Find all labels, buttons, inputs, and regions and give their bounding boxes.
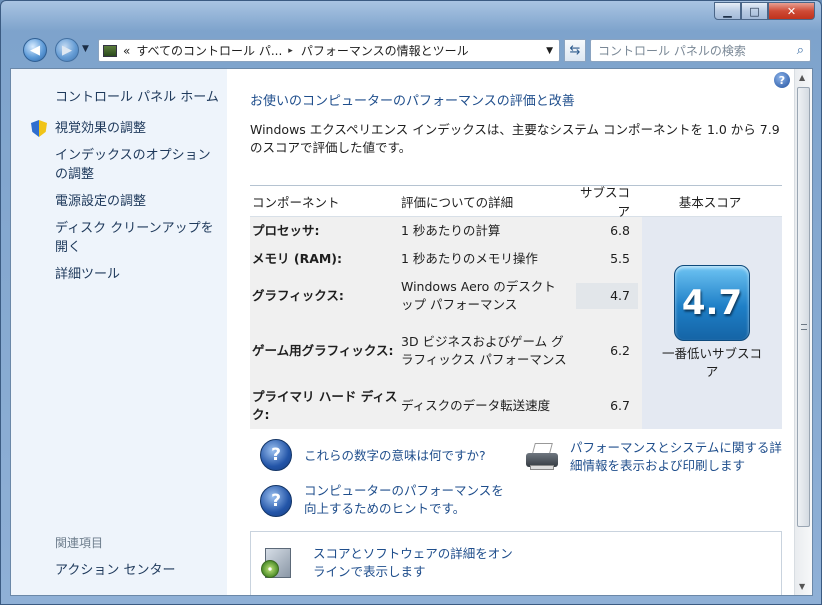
online-details-box: スコアとソフトウェアの詳細をオンラインで表示します (250, 531, 782, 595)
sidebar-item-label: 詳細ツール (55, 267, 121, 282)
table-body: プロセッサ: 1 秒あたりの計算 6.8 メモリ (RAM): 1 秒あたりのメ… (250, 217, 782, 429)
page-description: Windows エクスペリエンス インデックスは、主要なシステム コンポーネント… (250, 122, 780, 155)
sidebar-item-advanced-tools[interactable]: 詳細ツール (55, 265, 221, 284)
scroll-up-icon[interactable]: ▲ (799, 73, 805, 82)
help-icon[interactable]: ? (774, 72, 790, 88)
navigation-bar: ◀ ▶ ▼ « すべてのコントロール パ... ▸ パフォーマンスの情報とツール… (23, 36, 811, 64)
breadcrumb-separator[interactable]: ▸ (288, 46, 293, 56)
subscore-value: 4.7 (576, 283, 638, 309)
component-detail: 1 秒あたりの計算 (401, 223, 501, 238)
printer-icon (524, 441, 560, 471)
search-input[interactable]: コントロール パネルの検索 ⌕ (590, 39, 811, 62)
component-detail: 3D ビジネスおよびゲーム グラフィックス パフォーマンス (401, 334, 567, 367)
search-placeholder: コントロール パネルの検索 (598, 44, 746, 58)
software-box-icon (261, 542, 295, 580)
sidebar-item-power-settings[interactable]: 電源設定の調整 (55, 192, 221, 211)
sidebar-item-label: 視覚効果の調整 (55, 121, 147, 136)
subscore-value: 6.8 (610, 223, 630, 238)
scroll-thumb[interactable] (797, 87, 810, 527)
breadcrumb-all-control-panel[interactable]: すべてのコントロール パ... (136, 42, 282, 59)
component-name: グラフィックス: (252, 288, 344, 303)
component-name: プライマリ ハード ディスク: (252, 389, 398, 422)
sidebar-item-label: 電源設定の調整 (55, 194, 147, 209)
address-bar[interactable]: « すべてのコントロール パ... ▸ パフォーマンスの情報とツール ▼ (98, 39, 560, 62)
sidebar-item-disk-cleanup[interactable]: ディスク クリーンアップを開く (55, 219, 221, 257)
component-detail: 1 秒あたりのメモリ操作 (401, 251, 538, 266)
question-icon: ? (260, 439, 292, 471)
sidebar-home-link[interactable]: コントロール パネル ホーム (55, 86, 219, 105)
sidebar-task-list: 視覚効果の調整 インデックスのオプションの調整 電源設定の調整 ディスク クリー… (31, 119, 221, 292)
header-subscore: サブスコア (579, 185, 630, 219)
refresh-icon: ⇆ (569, 43, 581, 58)
address-prefix[interactable]: « (123, 44, 130, 58)
component-detail: Windows Aero のデスクトップ パフォーマンス (401, 279, 556, 312)
back-button[interactable]: ◀ (23, 38, 47, 62)
subscore-value: 5.5 (610, 251, 630, 266)
sidebar-item-visual-effects[interactable]: 視覚効果の調整 (31, 119, 221, 138)
what-numbers-mean-link[interactable]: これらの数字の意味は何ですか? (304, 447, 486, 465)
sidebar-item-indexing-options[interactable]: インデックスのオプションの調整 (55, 146, 221, 184)
sidebar-item-label: ディスク クリーンアップを開く (55, 221, 214, 255)
forward-button[interactable]: ▶ (55, 38, 79, 62)
base-score-badge: 4.7 (674, 265, 750, 341)
component-name: ゲーム用グラフィックス: (252, 343, 394, 358)
vertical-scrollbar[interactable]: ▲ ▼ (794, 69, 812, 595)
search-icon[interactable]: ⌕ (797, 43, 804, 58)
subscore-value: 6.7 (610, 398, 630, 413)
header-component: コンポーネント (252, 194, 340, 210)
header-basescore: 基本スコア (678, 194, 742, 210)
chevron-down-icon: ▼ (82, 44, 89, 54)
print-details-link[interactable]: パフォーマンスとシステムに関する詳細情報を表示および印刷します (570, 439, 790, 475)
question-icon: ? (260, 485, 292, 517)
base-score-panel: 4.7 一番低いサブスコア (642, 217, 782, 429)
content-area: コントロール パネル ホーム 視覚効果の調整 インデックスのオプションの調整 電… (10, 68, 813, 596)
sidebar-item-label: インデックスのオプションの調整 (55, 148, 211, 182)
maximize-button[interactable]: □ (741, 2, 768, 20)
component-name: メモリ (RAM): (252, 251, 343, 266)
back-arrow-icon: ◀ (30, 42, 40, 58)
caption-buttons: ▁ □ ✕ (714, 2, 815, 20)
view-online-link[interactable]: スコアとソフトウェアの詳細をオンラインで表示します (313, 545, 523, 581)
page-title: お使いのコンピューターのパフォーマンスの評価と改善 (250, 94, 575, 109)
subscore-value: 6.2 (610, 343, 630, 358)
breadcrumb-performance[interactable]: パフォーマンスの情報とツール (301, 42, 469, 59)
control-panel-icon (103, 44, 117, 57)
minimize-button[interactable]: ▁ (714, 2, 741, 20)
shield-icon (31, 120, 47, 137)
close-button[interactable]: ✕ (768, 2, 815, 20)
action-center-link[interactable]: アクション センター (55, 559, 175, 578)
performance-tips-link[interactable]: コンピューターのパフォーマンスを向上するためのヒントです。 (304, 482, 514, 518)
score-table: コンポーネント 評価についての詳細 サブスコア 基本スコア プロセッサ: 1 秒… (250, 185, 782, 429)
forward-arrow-icon: ▶ (62, 42, 72, 58)
refresh-button[interactable]: ⇆ (564, 39, 586, 62)
related-heading: 関連項目 (55, 536, 104, 550)
sidebar: コントロール パネル ホーム 視覚効果の調整 インデックスのオプションの調整 電… (11, 69, 227, 595)
address-dropdown-icon[interactable]: ▼ (546, 46, 553, 56)
table-header: コンポーネント 評価についての詳細 サブスコア 基本スコア (250, 185, 782, 219)
base-score-label: 一番低いサブスコア (662, 346, 763, 379)
main-panel: ? お使いのコンピューターのパフォーマンスの評価と改善 Windows エクスペ… (227, 69, 794, 595)
scroll-down-icon[interactable]: ▼ (799, 582, 805, 591)
window: ▁ □ ✕ ◀ ▶ ▼ « すべてのコントロール パ... ▸ パフォーマンスの… (0, 0, 822, 605)
recent-pages-dropdown[interactable]: ▼ (82, 44, 89, 54)
component-detail: ディスクのデータ転送速度 (401, 398, 551, 413)
header-detail: 評価についての詳細 (401, 194, 514, 210)
component-name: プロセッサ: (252, 223, 320, 238)
